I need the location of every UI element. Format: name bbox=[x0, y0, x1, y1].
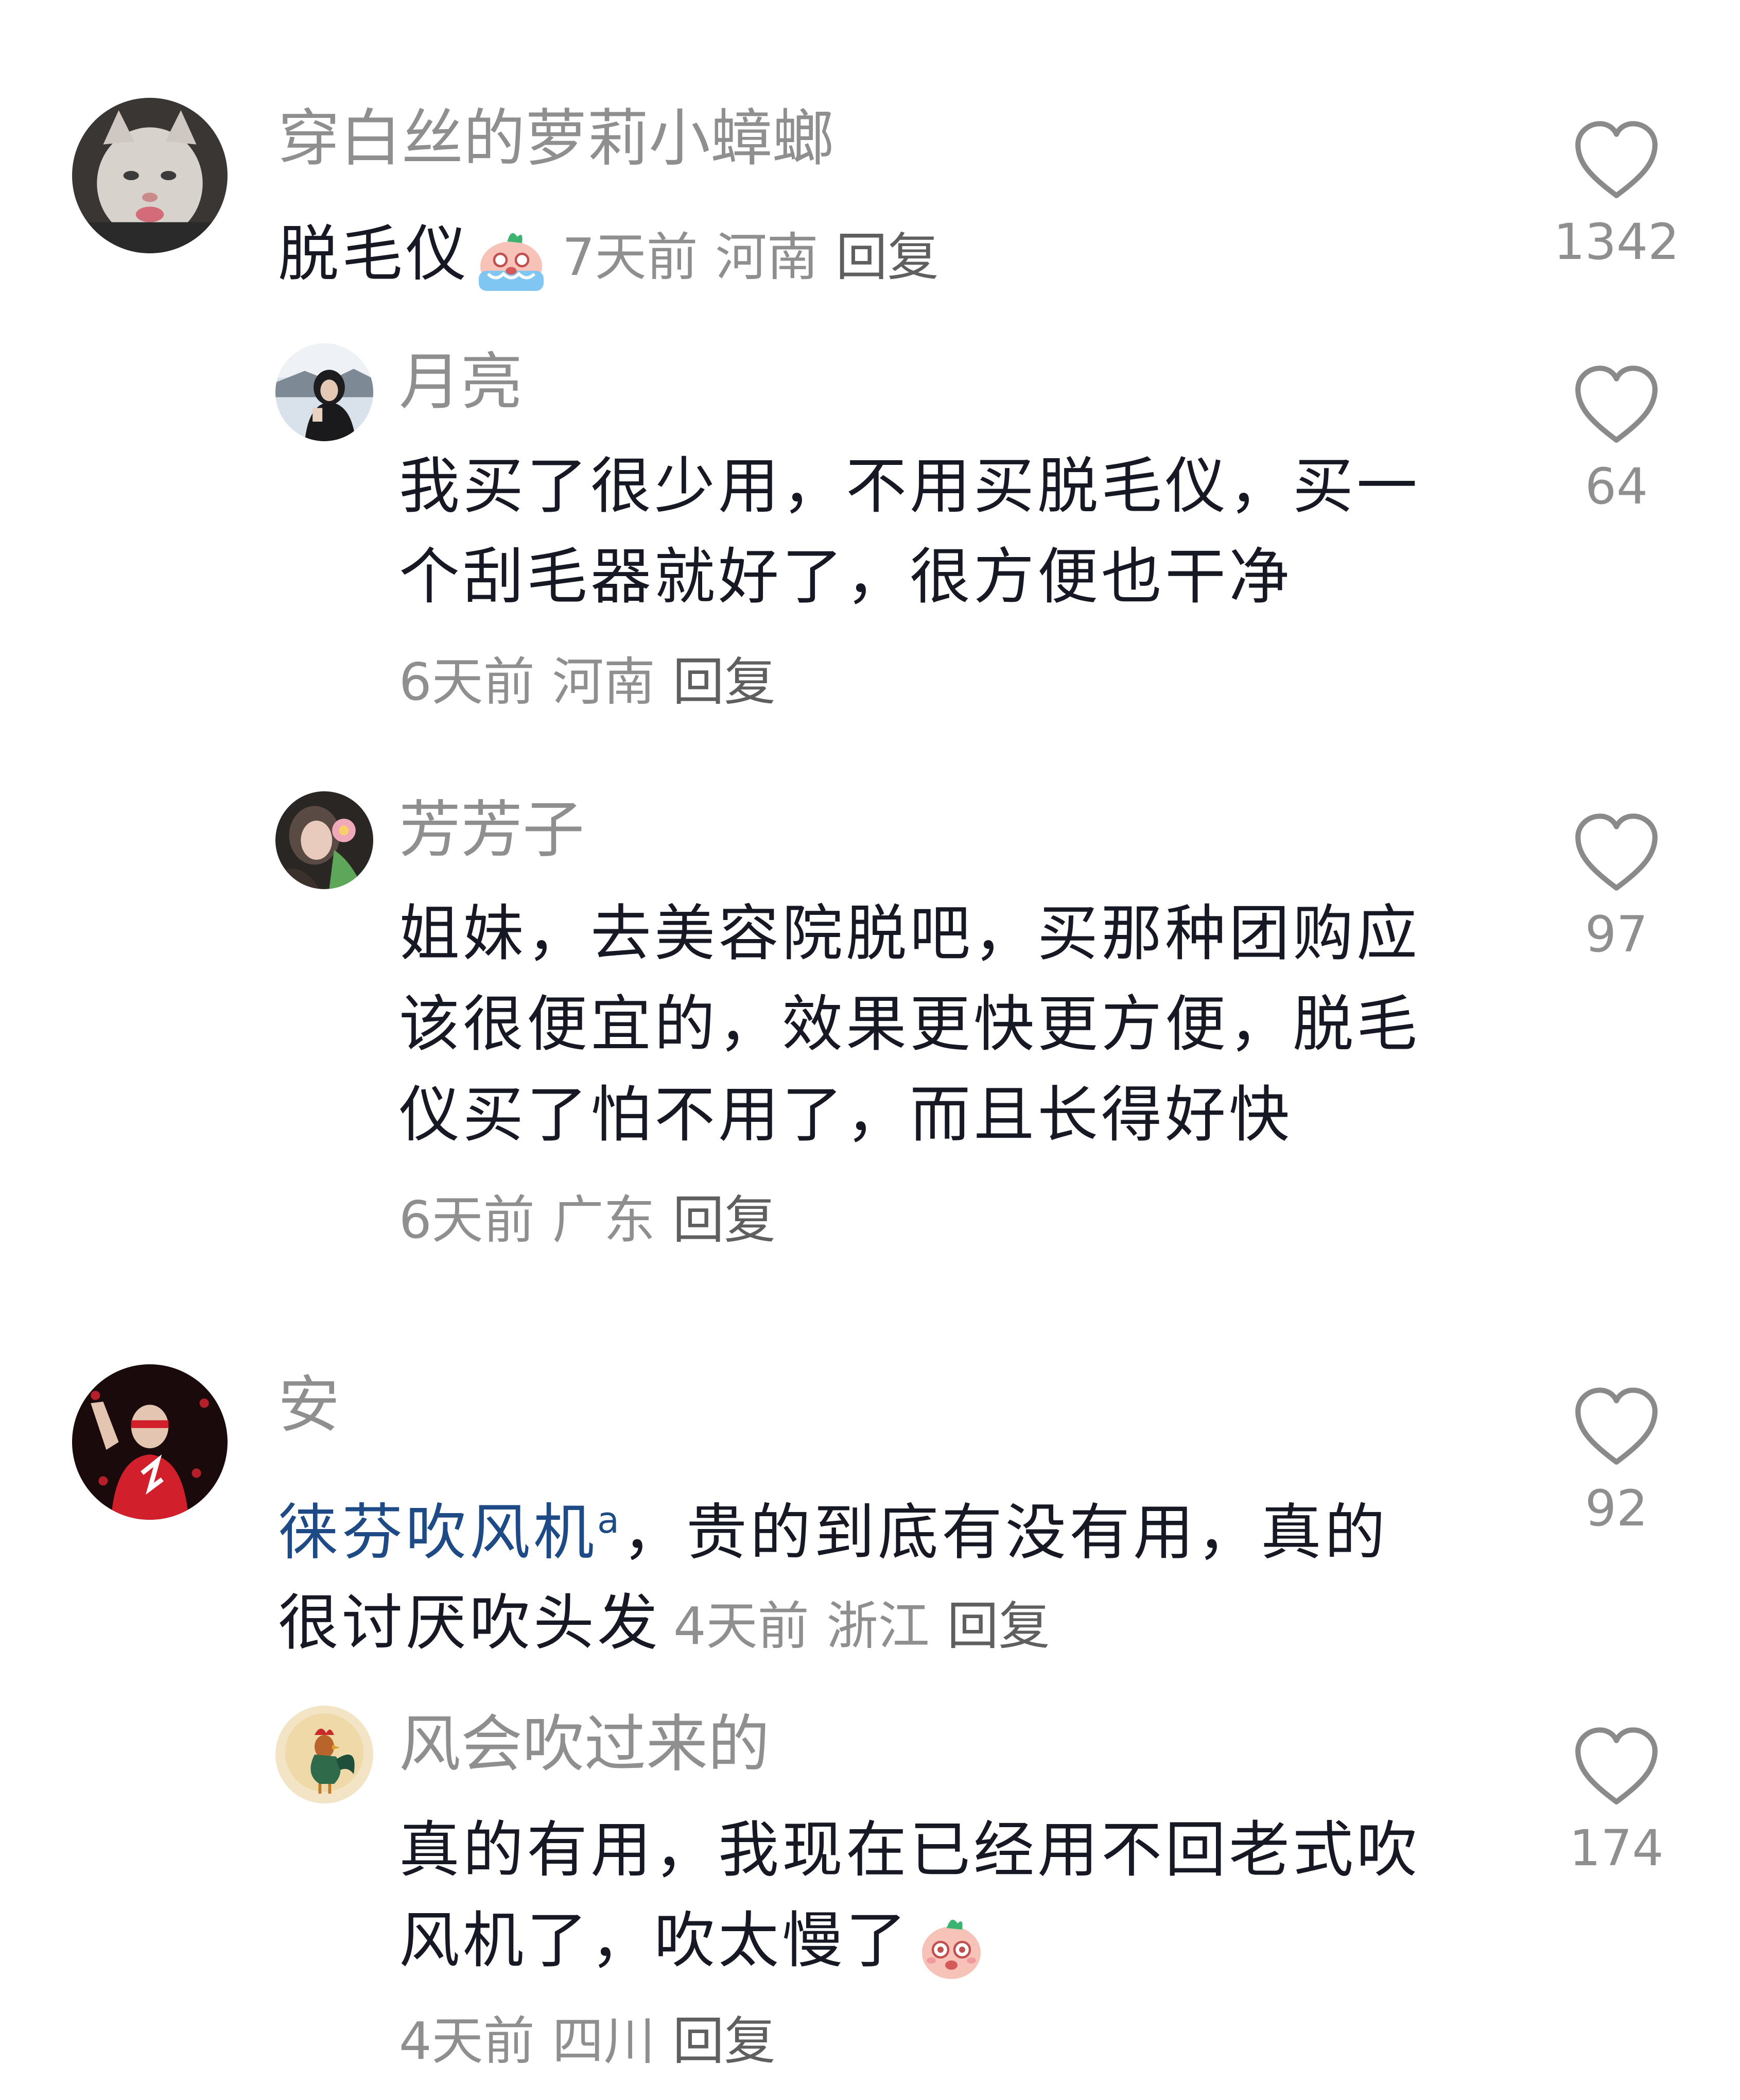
comment-time: 6天前 bbox=[399, 652, 535, 712]
girl-avatar-image bbox=[275, 343, 373, 441]
comment-location: 浙江 bbox=[826, 1596, 930, 1657]
comment-text-line: 我买了很少用，不用买脱毛仪，买一 bbox=[399, 450, 1421, 522]
avatar[interactable] bbox=[275, 343, 373, 441]
like-button[interactable]: 97 bbox=[1550, 811, 1683, 965]
username[interactable]: 安 bbox=[278, 1367, 340, 1444]
like-count: 92 bbox=[1585, 1480, 1648, 1537]
heart-outline-icon bbox=[1575, 1727, 1658, 1804]
performer-avatar-image bbox=[72, 1364, 228, 1520]
heart-outline-icon bbox=[1575, 1387, 1658, 1465]
comment-text-line: 风机了，吹太慢了 bbox=[399, 1895, 1521, 1986]
heart-outline-icon bbox=[1575, 366, 1658, 443]
reply-button[interactable]: 回复 bbox=[673, 1190, 776, 1250]
comment-meta: 6天前 广东 回复 bbox=[399, 1187, 776, 1254]
mention-badge: a bbox=[597, 1499, 622, 1541]
comment-text: 姐妹，去美容院脱吧，买那种团购应 该很便宜的，效果更快更方便，脱毛 仪买了怕不用… bbox=[399, 888, 1521, 1160]
comment-meta: 4天前 四川 回复 bbox=[399, 2008, 776, 2075]
like-count: 97 bbox=[1585, 906, 1648, 963]
avatar[interactable] bbox=[72, 1364, 228, 1520]
reply-button[interactable]: 回复 bbox=[947, 1596, 1050, 1656]
avatar[interactable] bbox=[275, 791, 373, 889]
comment-time: 6天前 bbox=[399, 1190, 535, 1250]
like-count: 174 bbox=[1569, 1819, 1664, 1877]
comment-text-line: 徕芬吹风机a，贵的到底有没有用，真的 bbox=[278, 1475, 1513, 1577]
shocked-sticker-icon bbox=[913, 1906, 990, 1984]
comment-text-content: 很讨厌吹头发 bbox=[278, 1587, 662, 1659]
comment-text-line: 个刮毛器就好了，很方便也干净 bbox=[399, 541, 1293, 612]
username[interactable]: 月亮 bbox=[399, 344, 523, 421]
comment-meta: 7天前 河南 回复 bbox=[562, 227, 939, 287]
comment-text-line: 真的有用，我现在已经用不回老式吹 bbox=[399, 1814, 1421, 1885]
comment-text: 我买了很少用，不用买脱毛仪，买一 个刮毛器就好了，很方便也干净 bbox=[399, 441, 1521, 622]
comment-text-content: 脱毛仪 bbox=[278, 218, 470, 289]
avatar[interactable] bbox=[72, 98, 228, 253]
username[interactable]: 风会吹过来的 bbox=[399, 1706, 770, 1783]
heart-outline-icon bbox=[1575, 813, 1658, 891]
like-button[interactable]: 64 bbox=[1550, 363, 1683, 517]
comment-time: 7天前 bbox=[562, 227, 698, 287]
mention-link[interactable]: 徕芬吹风机 bbox=[278, 1497, 597, 1568]
comment-text-content: ，贵的到底有没有用，真的 bbox=[622, 1497, 1388, 1568]
like-button[interactable]: 92 bbox=[1550, 1385, 1683, 1539]
heart-outline-icon bbox=[1575, 121, 1658, 198]
comment-location: 河南 bbox=[552, 652, 655, 712]
like-button[interactable]: 1342 bbox=[1550, 118, 1683, 273]
comment-text-line: 姐妹，去美容院脱吧，买那种团购应 bbox=[399, 898, 1421, 969]
comment-meta: 6天前 河南 回复 bbox=[399, 649, 776, 716]
flower-girl-avatar-image bbox=[275, 791, 373, 889]
comment-location: 广东 bbox=[552, 1190, 655, 1250]
rooster-avatar-image bbox=[275, 1706, 373, 1803]
comment-text: 脱毛仪 7天前 河南 回复 bbox=[278, 209, 1513, 303]
like-count: 64 bbox=[1585, 458, 1648, 515]
comment-text-line: 该很便宜的，效果更快更方便，脱毛 bbox=[399, 988, 1421, 1060]
comment-text-content: 风机了，吹太慢了 bbox=[399, 1905, 910, 1976]
comment-text: 真的有用，我现在已经用不回老式吹 风机了，吹太慢了 bbox=[399, 1804, 1521, 1986]
comment-text-line: 很讨厌吹头发 4天前 浙江 回复 bbox=[278, 1577, 1513, 1672]
comment-time: 4天前 bbox=[673, 1596, 809, 1657]
avatar[interactable] bbox=[275, 1706, 373, 1803]
username[interactable]: 芳芳子 bbox=[399, 792, 584, 869]
comment-location: 河南 bbox=[715, 227, 819, 287]
reply-button[interactable]: 回复 bbox=[673, 2011, 776, 2071]
crying-sticker-icon bbox=[473, 220, 550, 297]
reply-button[interactable]: 回复 bbox=[836, 227, 939, 287]
cat-avatar-image bbox=[72, 98, 228, 253]
comment-time: 4天前 bbox=[399, 2011, 535, 2071]
like-count: 1342 bbox=[1553, 213, 1680, 271]
comment-location: 四川 bbox=[552, 2011, 655, 2071]
reply-button[interactable]: 回复 bbox=[673, 652, 776, 712]
comment-text-line: 仪买了怕不用了，而且长得好快 bbox=[399, 1079, 1293, 1150]
comment-meta: 4天前 浙江 回复 bbox=[673, 1596, 1050, 1656]
username[interactable]: 穿白丝的萝莉小蟑螂 bbox=[278, 100, 834, 178]
like-button[interactable]: 174 bbox=[1550, 1725, 1683, 1879]
comment-text: 徕芬吹风机a，贵的到底有没有用，真的 很讨厌吹头发 4天前 浙江 回复 bbox=[278, 1475, 1513, 1672]
